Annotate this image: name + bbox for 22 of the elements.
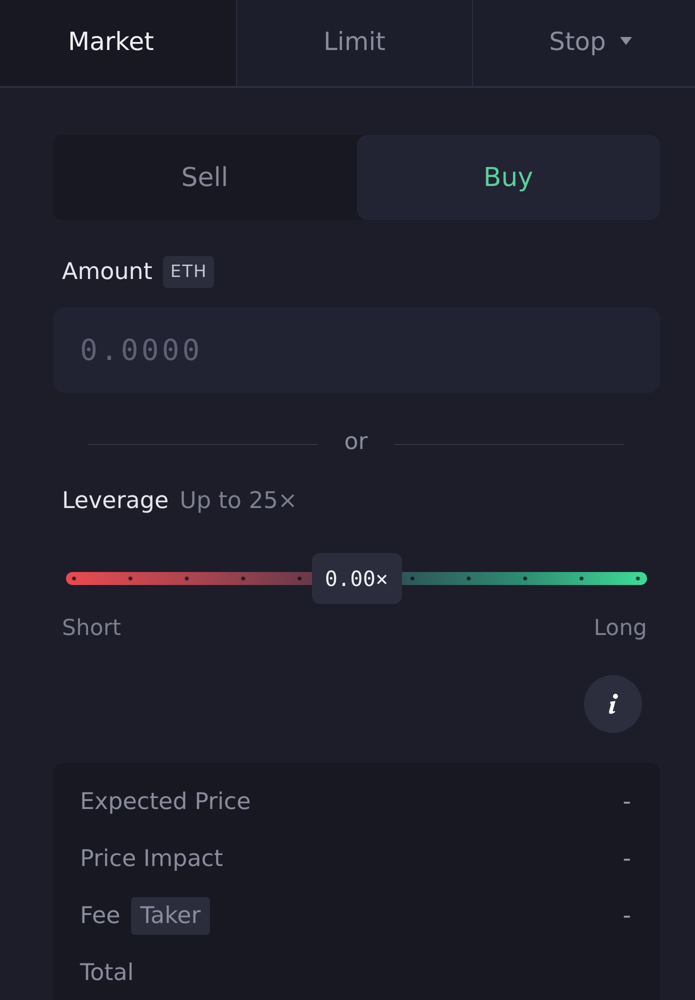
field-label: Leverage bbox=[62, 488, 169, 514]
field-label: Amount bbox=[62, 259, 152, 285]
summary-value: - bbox=[622, 902, 631, 928]
summary-label: Price Impact bbox=[80, 846, 223, 872]
fee-type-tag: Taker bbox=[131, 896, 210, 934]
leverage-slider-track[interactable]: 0.00× bbox=[66, 553, 647, 604]
slider-thumb[interactable]: 0.00× bbox=[312, 553, 402, 604]
slider-max-label: Long bbox=[594, 616, 647, 640]
side-button[interactable]: Buy bbox=[356, 135, 660, 220]
info-icon bbox=[608, 693, 618, 715]
amount-field[interactable]: 0.0000 bbox=[53, 307, 660, 393]
side-button[interactable]: Sell bbox=[53, 135, 356, 220]
summary-value: - bbox=[622, 788, 631, 814]
order-type-tab[interactable]: Market bbox=[0, 0, 237, 86]
leverage-hint: Up to 25× bbox=[180, 488, 298, 514]
slider-min-label: Short bbox=[62, 616, 122, 640]
divider-label: or bbox=[344, 429, 368, 457]
summary-value: - bbox=[622, 846, 631, 872]
summary-label: Total bbox=[80, 960, 134, 986]
summary-label: Fee bbox=[80, 902, 120, 928]
unit-badge: ETH bbox=[163, 256, 214, 288]
summary-label: Expected Price bbox=[80, 788, 251, 814]
